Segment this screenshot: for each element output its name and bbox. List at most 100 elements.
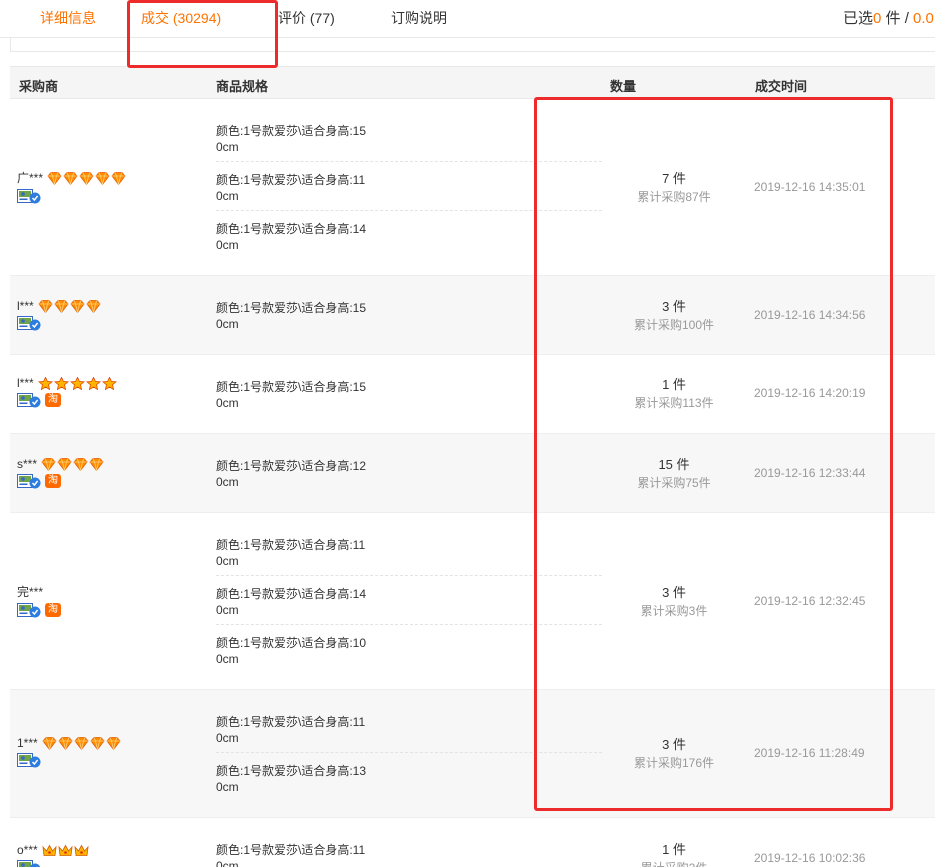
deal-time: 2019-12-16 12:32:45 xyxy=(754,594,866,608)
spec-text-wrap: 0cm xyxy=(216,396,239,410)
table-row: l*** 颜色:1号款爱莎\适合身高:15 0cm 3 件累计采购100件 2019-1… xyxy=(10,276,935,355)
credit-badges xyxy=(37,376,118,390)
buyer-line: l*** xyxy=(17,375,118,390)
buyer-name[interactable]: s*** xyxy=(17,457,37,471)
spec-cell: 颜色:1号款爱莎\适合身高:11 0cm 颜色:1号款爱莎\适合身高:14 0cm 颜色… xyxy=(216,527,602,674)
crown-icon xyxy=(58,844,73,857)
header-time: 成交时间 xyxy=(755,79,808,94)
star-icon xyxy=(69,376,85,390)
buyer-cell: 1*** xyxy=(17,735,122,768)
buyer-line: 广*** xyxy=(17,169,127,186)
buyer-name[interactable]: 完*** xyxy=(17,585,43,599)
verified-id-icon xyxy=(17,392,41,408)
spec-item: 颜色:1号款爱莎\适合身高:13 0cm xyxy=(216,753,602,802)
diamond-icon xyxy=(58,737,73,750)
buyer-name[interactable]: 广*** xyxy=(17,171,43,185)
spec-item: 颜色:1号款爱莎\适合身高:15 0cm xyxy=(216,290,602,339)
buyer-line: 1*** xyxy=(17,735,122,750)
buyer-icons xyxy=(17,315,102,331)
diamond-icon xyxy=(73,458,88,471)
qty-value: 15 件 xyxy=(658,457,690,472)
verified-id-icon xyxy=(17,189,41,204)
diamond-icon xyxy=(90,737,105,750)
star-icon xyxy=(53,376,69,390)
buyer-cell: o*** xyxy=(17,842,90,867)
spec-item: 颜色:1号款爱莎\适合身高:10 0cm xyxy=(216,625,602,674)
spec-text: 颜色:1号款爱莎\适合身高:11 xyxy=(216,715,366,729)
qty-total: 累计采购100件 xyxy=(633,318,715,332)
qty-cell: 3 件累计采购3件 xyxy=(604,584,744,620)
spec-text-wrap: 0cm xyxy=(216,603,239,617)
spec-item: 颜色:1号款爱莎\适合身高:15 0cm xyxy=(216,369,602,418)
taobao-icon: 淘 xyxy=(45,603,61,617)
spec-text-wrap: 0cm xyxy=(216,731,239,745)
buyer-name[interactable]: l*** xyxy=(17,376,34,390)
table-row: s*** 淘 颜色:1号款爱莎\适合身高:12 0cm 15 件累计采购75件 2019-… xyxy=(10,434,935,513)
diamond-icon xyxy=(74,737,89,750)
deal-time: 2019-12-16 10:02:36 xyxy=(754,851,866,865)
spec-cell: 颜色:1号款爱莎\适合身高:11 0cm xyxy=(216,832,602,867)
spec-item: 颜色:1号款爱莎\适合身高:14 0cm xyxy=(216,576,602,625)
buyer-icons xyxy=(17,752,122,768)
buyer-cell: s*** 淘 xyxy=(17,456,105,489)
diamond-icon xyxy=(63,171,78,185)
tab-deal[interactable]: 成交 (30294) xyxy=(141,8,221,28)
spec-item: 颜色:1号款爱莎\适合身高:15 0cm xyxy=(216,113,602,162)
buyer-cell: 广*** xyxy=(17,169,127,204)
spec-text-wrap: 0cm xyxy=(216,189,239,203)
buyer-cell: 完*** 淘 xyxy=(17,583,61,618)
qty-total: 累计采购176件 xyxy=(633,756,715,770)
buyer-line: o*** xyxy=(17,842,90,857)
spec-text: 颜色:1号款爱莎\适合身高:15 xyxy=(216,301,367,315)
qty-value: 3 件 xyxy=(662,737,686,752)
buyer-cell: l*** 淘 xyxy=(17,375,118,408)
qty-value: 3 件 xyxy=(662,299,686,314)
header-buyer: 采购商 xyxy=(19,79,59,94)
qty-cell: 3 件累计采购176件 xyxy=(604,736,744,772)
deal-time: 2019-12-16 14:20:19 xyxy=(754,386,866,400)
spec-text: 颜色:1号款爱莎\适合身高:14 xyxy=(216,587,367,601)
buyer-name[interactable]: l*** xyxy=(17,299,34,313)
spec-text: 颜色:1号款爱莎\适合身高:11 xyxy=(216,843,366,857)
header-spec: 商品规格 xyxy=(216,79,269,94)
credit-badges xyxy=(42,736,122,750)
tab-content-divider xyxy=(10,38,935,52)
tab-detail[interactable]: 详细信息 xyxy=(40,8,96,28)
spec-item: 颜色:1号款爱莎\适合身高:12 0cm xyxy=(216,448,602,497)
diamond-icon xyxy=(111,171,126,185)
diamond-icon xyxy=(38,300,53,313)
header-qty: 数量 xyxy=(610,79,637,94)
taobao-icon: 淘 xyxy=(45,473,61,488)
crown-icon xyxy=(74,844,89,857)
qty-cell: 15 件累计采购75件 xyxy=(604,456,744,492)
spec-text-wrap: 0cm xyxy=(216,238,239,252)
buyer-name[interactable]: 1*** xyxy=(17,736,38,750)
qty-cell: 1 件累计采购2件 xyxy=(604,841,744,867)
diamond-icon xyxy=(89,458,104,471)
star-icon xyxy=(37,376,53,390)
deal-time: 2019-12-16 12:33:44 xyxy=(754,466,866,480)
table-row: 1*** 颜色:1号款爱莎\适合身高:11 0cm 颜色:1号款爱莎\适合身高:13 0… xyxy=(10,690,935,818)
diamond-icon xyxy=(106,737,121,750)
tab-order-info[interactable]: 订购说明 xyxy=(391,8,447,28)
diamond-icon xyxy=(57,458,72,471)
credit-badges xyxy=(42,843,90,857)
table-header: 采购商 商品规格 数量 成交时间 xyxy=(10,66,935,99)
table-row: 广*** 颜色:1号款爱莎\适合身高:15 0cm 颜色:1号款爱莎\适合身高:11 0… xyxy=(10,99,935,276)
verified-id-icon xyxy=(17,603,41,618)
spec-cell: 颜色:1号款爱莎\适合身高:15 0cm xyxy=(216,369,602,418)
tab-review[interactable]: 评价 (77) xyxy=(278,8,335,28)
spec-cell: 颜色:1号款爱莎\适合身高:11 0cm 颜色:1号款爱莎\适合身高:13 0cm xyxy=(216,704,602,802)
buyer-name[interactable]: o*** xyxy=(17,843,38,857)
qty-total: 累计采购87件 xyxy=(637,190,711,204)
star-icon xyxy=(101,376,117,390)
diamond-icon xyxy=(42,737,57,750)
spec-text: 颜色:1号款爱莎\适合身高:15 xyxy=(216,380,367,394)
credit-badges xyxy=(47,170,127,185)
buyer-cell: l*** xyxy=(17,298,102,331)
spec-item: 颜色:1号款爱莎\适合身高:11 0cm xyxy=(216,832,602,867)
verified-id-icon xyxy=(17,859,41,867)
spec-text-wrap: 0cm xyxy=(216,475,239,489)
spec-item: 颜色:1号款爱莎\适合身高:11 0cm xyxy=(216,527,602,576)
verified-id-icon xyxy=(17,752,41,768)
